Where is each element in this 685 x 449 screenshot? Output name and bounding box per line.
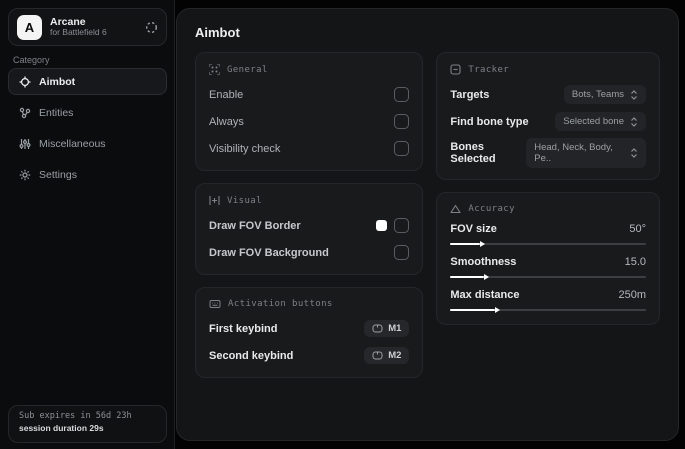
section-title: Accuracy [468,204,515,214]
unfold-icon [630,148,638,158]
visual-card: Visual Draw FOV Border Draw FOV Backgrou… [195,183,424,275]
setting-row: Always [209,111,410,132]
general-card: General Enable Always Visibility check [195,52,424,171]
sidebar-item-label: Aimbot [39,75,76,88]
triangle-icon [450,204,461,214]
setting-row: Draw FOV Background [209,242,410,263]
app-header: A Arcane for Battlefield 6 [8,8,167,46]
section-title: Activation buttons [228,299,333,309]
section-title: Tracker [468,64,510,75]
sidebar-item-aimbot[interactable]: Aimbot [8,68,167,95]
sidebar-item-miscellaneous[interactable]: Miscellaneous [8,130,167,157]
max-distance-slider[interactable] [450,306,646,313]
session-duration-text: session duration 29s [19,423,104,433]
sidebar-item-label: Miscellaneous [39,137,106,150]
mouse-icon [372,351,383,360]
setting-row: Second keybind M2 [209,345,410,366]
enable-checkbox[interactable] [394,87,410,102]
gear-icon [18,169,31,181]
setting-row: Targets Bots, Teams [450,84,646,105]
unfold-icon [630,89,638,100]
sidebar-item-entities[interactable]: Entities [8,99,167,126]
sidebar-item-label: Entities [39,106,74,119]
slider-group: FOV size 50° [450,223,646,247]
draw-fov-border-checkbox[interactable] [394,218,410,233]
entities-icon [18,107,31,119]
find-bone-type-dropdown[interactable]: Selected bone [555,112,646,131]
visibility-check-checkbox[interactable] [394,141,410,156]
frame-plus-icon [209,195,220,206]
main-panel: Aimbot General Enable Always Visibility … [176,8,679,441]
always-checkbox[interactable] [394,114,410,129]
bones-selected-dropdown[interactable]: Head, Neck, Body, Pe.. [526,138,646,168]
section-title: Visual [227,195,262,206]
loader-icon[interactable] [145,21,158,34]
draw-fov-background-checkbox[interactable] [394,245,410,260]
smoothness-slider[interactable] [450,273,646,280]
first-keybind-button[interactable]: M1 [364,320,410,337]
fov-size-value: 50° [629,223,646,235]
activation-card: Activation buttons First keybind M1 Seco… [195,287,424,378]
sliders-icon [18,138,31,150]
page-title: Aimbot [195,25,240,40]
setting-row: Bones Selected Head, Neck, Body, Pe.. [450,138,646,168]
sidebar-item-settings[interactable]: Settings [8,161,167,188]
slider-group: Max distance 250m [450,289,646,313]
sidebar: A Arcane for Battlefield 6 Category Aimb… [0,0,175,449]
tracker-card: Tracker Targets Bots, Teams Find bone ty… [436,52,660,180]
target-box-icon [450,64,461,75]
app-logo: A [17,14,42,40]
subscription-box: Sub expires in 56d 23h session duration … [8,405,167,443]
keyboard-icon [209,299,221,309]
mouse-icon [372,324,383,333]
unfold-icon [630,116,638,127]
category-label: Category [13,55,50,65]
app-subtitle: for Battlefield 6 [50,27,107,38]
crosshair-icon [18,76,31,88]
setting-row: Find bone type Selected bone [450,111,646,132]
smoothness-value: 15.0 [624,256,646,268]
grid-dots-icon [209,64,220,75]
targets-dropdown[interactable]: Bots, Teams [563,85,646,104]
setting-row: Visibility check [209,138,410,159]
sidebar-item-label: Settings [39,168,77,181]
accuracy-card: Accuracy FOV size 50° Smoothness 15.0 Ma… [436,192,660,325]
section-title: General [227,64,268,75]
max-distance-value: 250m [618,289,646,301]
second-keybind-button[interactable]: M2 [364,347,410,364]
sub-expiry-text: Sub expires in 56d 23h [19,411,132,421]
slider-group: Smoothness 15.0 [450,256,646,280]
setting-row: Enable [209,84,410,105]
sidebar-nav: Aimbot Entities Miscellaneous Settings [8,68,167,192]
setting-row: First keybind M1 [209,318,410,339]
setting-row: Draw FOV Border [209,215,410,236]
fov-size-slider[interactable] [450,240,646,247]
fov-border-color-swatch[interactable] [376,220,388,231]
